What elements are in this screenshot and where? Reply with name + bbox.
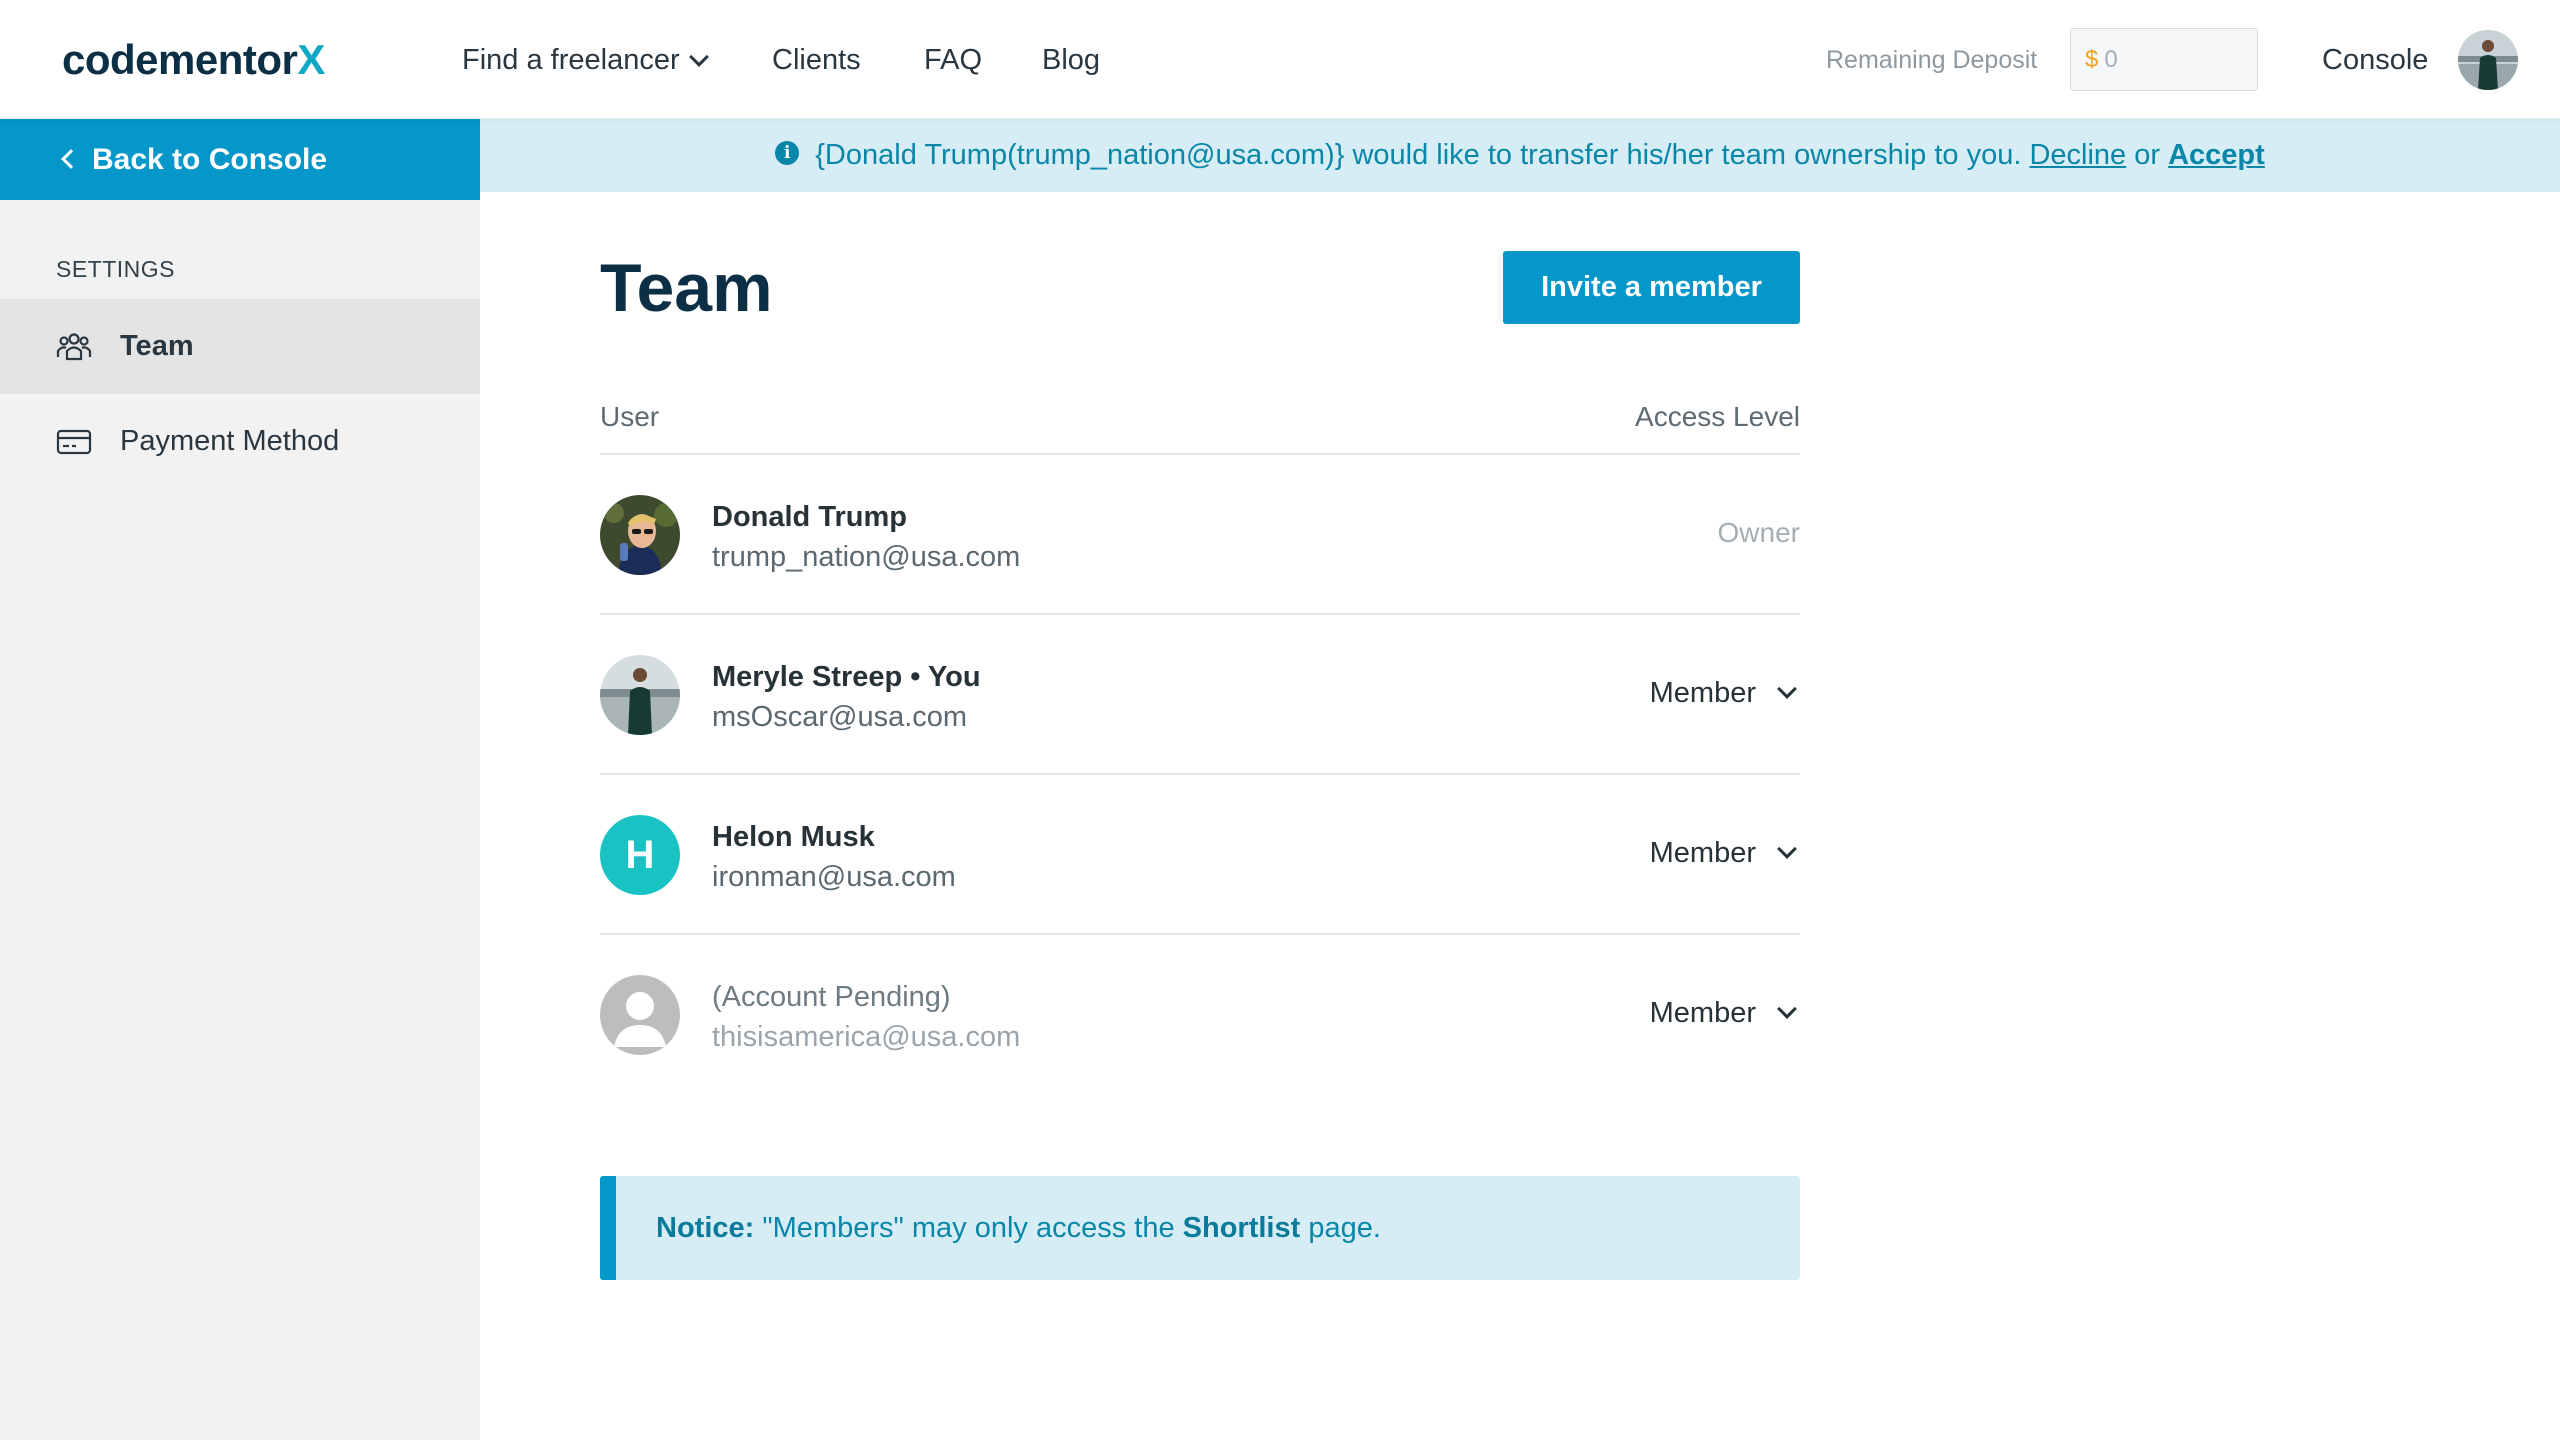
chevron-down-icon [688,47,709,67]
console-link[interactable]: Console [2322,36,2428,84]
access-level-select[interactable]: Member [1650,833,1800,873]
sidebar-item-team[interactable]: Team [0,299,480,394]
notice-text: "Members" may only access the [762,1212,1175,1244]
credit-card-icon [56,429,92,455]
member-email: trump_nation@usa.com [712,541,1021,573]
team-icon [56,333,92,361]
ownership-transfer-banner: i {Donald Trump(trump_nation@usa.com)} w… [480,119,2560,192]
invite-member-button[interactable]: Invite a member [1503,251,1800,324]
member-avatar [600,495,680,575]
settings-section-label: SETTINGS [56,256,176,282]
logo-text: codementor [62,36,298,83]
banner-or-text: or [2134,139,2161,171]
table-header: User Access Level [600,395,1800,455]
column-header-user: User [600,401,660,432]
member-name: Helon Musk [712,821,875,853]
chevron-left-icon [61,149,81,169]
notice-shortlist-link[interactable]: Shortlist [1183,1212,1301,1244]
nav-find-freelancer-label: Find a freelancer [462,44,680,76]
table-row: Meryle Streep • You msOscar@usa.com Memb… [600,615,1800,775]
banner-message: {Donald Trump(trump_nation@usa.com)} wou… [815,139,2022,171]
access-level-select[interactable]: Member [1650,673,1800,713]
info-icon: i [775,141,800,166]
column-header-access-level: Access Level [1635,401,1800,432]
chevron-down-icon [1777,679,1797,699]
chevron-down-icon [1777,839,1797,859]
member-name: Meryle Streep • You [712,661,981,693]
member-email: ironman@usa.com [712,861,956,893]
back-to-console-button[interactable]: Back to Console [0,119,480,200]
remaining-deposit-label: Remaining Deposit [1826,46,2038,74]
user-photo-icon [2458,30,2518,90]
dollar-icon: $ [2085,46,2099,73]
notice-text-end: page. [1308,1212,1381,1244]
team-members-table: User Access Level Donald Trump trump_nat… [600,395,1800,1095]
access-level-value: Member [1649,837,1756,869]
banner-content: i {Donald Trump(trump_nation@usa.com)} w… [480,119,2560,192]
member-email: msOscar@usa.com [712,701,968,733]
member-photo-icon [600,495,680,575]
member-initial-avatar: H [600,815,680,895]
access-level-value: Member [1649,997,1756,1029]
member-email: thisisamerica@usa.com [712,1021,1021,1053]
settings-sidebar: Back to Console SETTINGS Team Payment Me… [0,119,480,1440]
user-avatar[interactable] [2458,30,2518,90]
sidebar-item-payment-method-label: Payment Method [120,425,340,457]
member-avatar [600,655,680,735]
page-title: Team [600,250,773,326]
member-avatar [600,975,680,1055]
decline-link[interactable]: Decline [2029,139,2126,171]
access-level-owner: Owner [1717,517,1800,548]
table-row: Donald Trump trump_nation@usa.com Owner [600,455,1800,615]
sidebar-item-team-label: Team [120,330,194,362]
codementorx-logo[interactable]: codementorX [62,34,325,86]
chevron-down-icon [1777,999,1797,1019]
nav-find-freelancer[interactable]: Find a freelancer [462,36,709,84]
members-access-notice: Notice: "Members" may only access the Sh… [600,1176,1800,1280]
member-name: (Account Pending) [712,981,951,1013]
remaining-deposit-field[interactable]: $0 [2070,28,2258,91]
placeholder-user-icon [600,975,680,1055]
nav-faq[interactable]: FAQ [924,36,982,84]
sidebar-item-payment-method[interactable]: Payment Method [0,394,480,489]
top-header: codementorX Find a freelancer Clients FA… [0,0,2560,119]
access-level-select[interactable]: Member [1650,993,1800,1033]
table-row: (Account Pending) thisisamerica@usa.com … [600,935,1800,1095]
notice-prefix: Notice: [656,1212,755,1244]
nav-blog[interactable]: Blog [1042,36,1100,84]
member-photo-icon [600,655,680,735]
logo-accent-text: X [297,36,325,83]
access-level-value: Member [1649,677,1756,709]
member-name: Donald Trump [712,501,907,533]
back-to-console-label: Back to Console [92,143,328,176]
deposit-value: 0 [2104,46,2118,73]
accept-link[interactable]: Accept [2168,139,2265,171]
table-row: H Helon Musk ironman@usa.com Member [600,775,1800,935]
nav-clients[interactable]: Clients [772,36,861,84]
